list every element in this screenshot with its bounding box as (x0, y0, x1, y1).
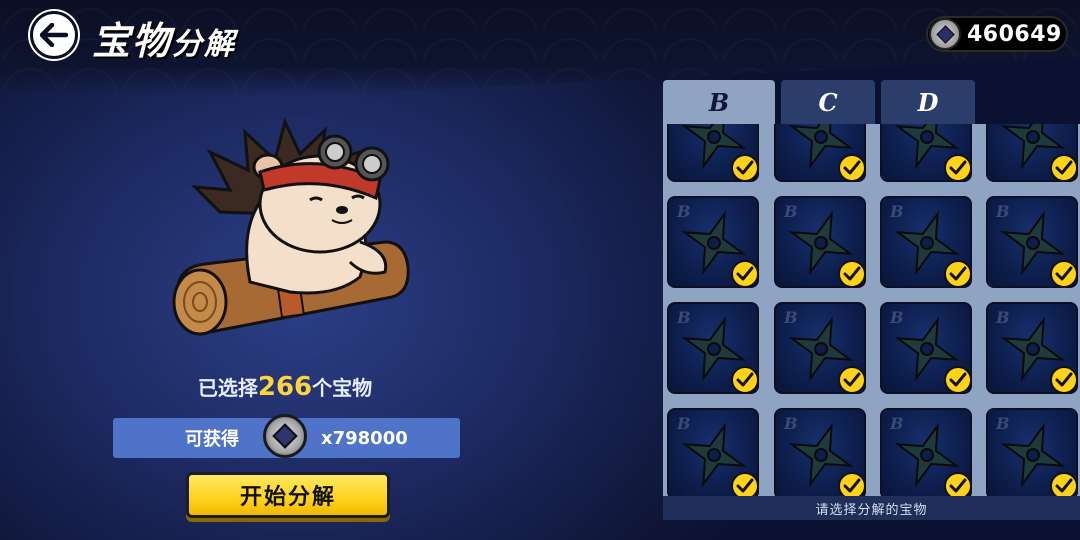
treasure-slot[interactable]: B (880, 408, 972, 496)
hint-text: 请选择分解的宝物 (663, 496, 1080, 520)
selected-check (838, 366, 866, 394)
selected-check (731, 154, 759, 182)
silver-coin-icon (929, 18, 961, 50)
treasure-slot[interactable]: B (667, 408, 759, 496)
treasure-slot[interactable]: B (880, 302, 972, 394)
selected-check (838, 260, 866, 288)
selected-check (1050, 154, 1078, 182)
checkmark-icon (1055, 478, 1073, 493)
checkmark-icon (949, 266, 967, 281)
treasure-slot[interactable]: B (774, 408, 866, 496)
tab-grade-b[interactable]: B (663, 80, 775, 124)
currency-display: 460649 (926, 16, 1068, 52)
treasure-slot[interactable]: B (667, 124, 759, 182)
item-grade-label: B (890, 308, 904, 327)
selected-prefix: 已选择 (197, 376, 258, 400)
selected-check (731, 366, 759, 394)
item-grade-label: B (996, 414, 1010, 433)
silver-coin-icon (263, 414, 307, 458)
item-grade-label: B (784, 308, 798, 327)
item-grade-label: B (677, 414, 691, 433)
currency-amount: 460649 (967, 21, 1062, 47)
treasure-grid[interactable]: BBBBBBBBBBBBBBBB (663, 124, 1080, 496)
checkmark-icon (843, 160, 861, 175)
checkmark-icon (736, 372, 754, 387)
treasure-slot[interactable]: B (986, 124, 1078, 182)
item-grade-label: B (996, 202, 1010, 221)
page-title: 宝物分解 (92, 10, 236, 65)
treasure-slot[interactable]: B (880, 124, 972, 182)
selected-check (1050, 260, 1078, 288)
checkmark-icon (736, 266, 754, 281)
reward-amount: x798000 (321, 427, 408, 449)
selected-check (944, 366, 972, 394)
checkmark-icon (843, 372, 861, 387)
item-grade-label: B (677, 308, 691, 327)
checkmark-icon (736, 478, 754, 493)
item-grade-label: B (996, 308, 1010, 327)
selected-check (944, 154, 972, 182)
treasure-slot[interactable]: B (774, 196, 866, 288)
treasure-panel: BBBBBBBBBBBBBBBB 请选择分解的宝物 (663, 124, 1080, 520)
page-title-sub: 分解 (172, 27, 237, 62)
checkmark-icon (1055, 266, 1073, 281)
checkmark-icon (1055, 372, 1073, 387)
treasure-slot[interactable]: B (774, 124, 866, 182)
checkmark-icon (949, 478, 967, 493)
item-grade-label: B (890, 202, 904, 221)
back-arrow-icon (40, 23, 68, 47)
selected-check (838, 472, 866, 496)
checkmark-icon (843, 478, 861, 493)
treasure-slot[interactable]: B (986, 408, 1078, 496)
checkmark-icon (1055, 160, 1073, 175)
tab-grade-c[interactable]: C (781, 80, 875, 124)
selected-check (944, 260, 972, 288)
tab-grade-d[interactable]: D (881, 80, 975, 124)
treasure-slot[interactable]: B (986, 196, 1078, 288)
selected-count: 266 (257, 372, 313, 402)
selected-check (1050, 472, 1078, 496)
checkmark-icon (843, 266, 861, 281)
page-title-main: 宝物 (92, 18, 173, 63)
selected-suffix: 个宝物 (312, 376, 373, 400)
treasure-slot[interactable]: B (986, 302, 1078, 394)
start-decompose-button[interactable]: 开始分解 (186, 472, 390, 518)
item-grade-label: B (784, 202, 798, 221)
selected-check (731, 472, 759, 496)
treasure-slot[interactable]: B (774, 302, 866, 394)
checkmark-icon (949, 372, 967, 387)
treasure-slot[interactable]: B (667, 196, 759, 288)
selected-check (731, 260, 759, 288)
treasure-slot[interactable]: B (667, 302, 759, 394)
item-grade-label: B (677, 202, 691, 221)
reward-bar: 可获得 x798000 (113, 414, 460, 458)
selected-check (838, 154, 866, 182)
selected-check (944, 472, 972, 496)
selected-count-text: 已选择266个宝物 (0, 372, 570, 402)
checkmark-icon (736, 160, 754, 175)
back-button[interactable] (30, 11, 78, 59)
item-grade-label: B (890, 414, 904, 433)
reward-label: 可获得 (185, 429, 239, 450)
selected-check (1050, 366, 1078, 394)
hedgehog-character-illustration (172, 117, 410, 336)
item-grade-label: B (784, 414, 798, 433)
checkmark-icon (949, 160, 967, 175)
treasure-slot[interactable]: B (880, 196, 972, 288)
